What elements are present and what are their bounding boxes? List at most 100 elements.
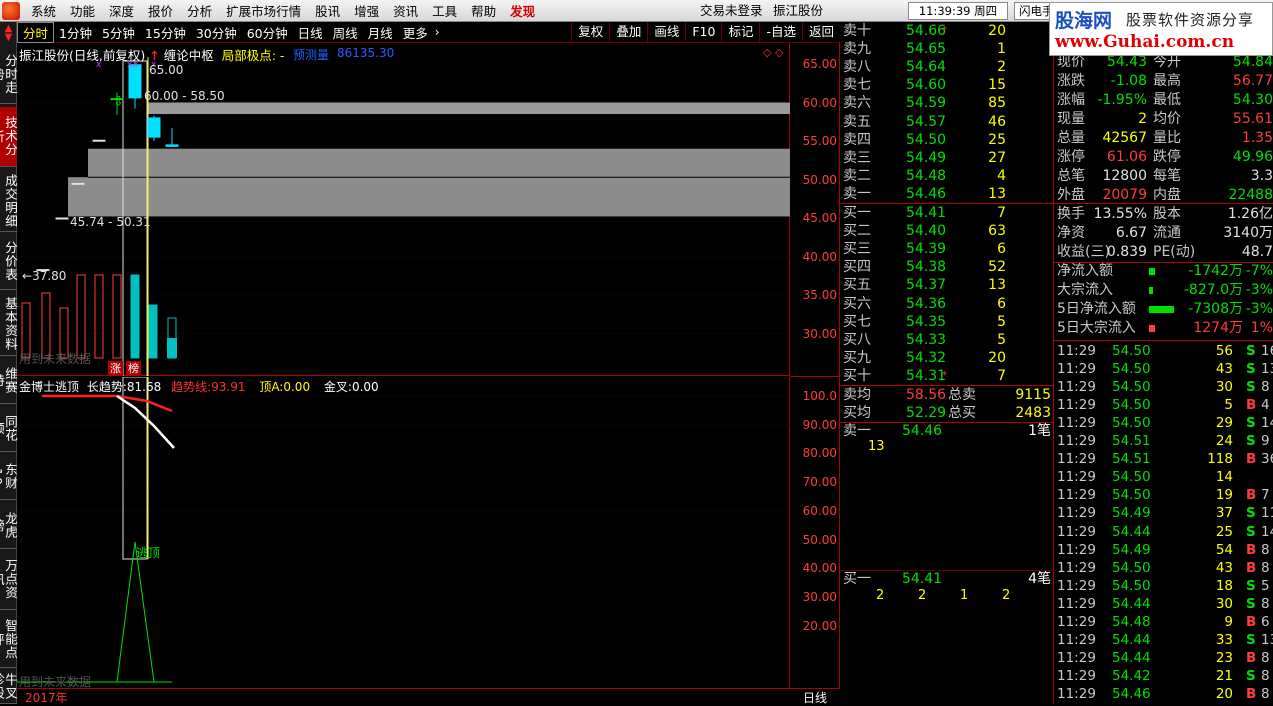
left-tab-6[interactable]: 同花顺 [0,406,18,452]
tick-row[interactable]: 11:29 54.50 5 B 4 [1054,396,1273,414]
tick-flag: B [1246,487,1257,504]
buy-level-6[interactable]: 买七 54.35 5 [840,313,1054,331]
buy-level-7[interactable]: 买八 54.33 5 [840,331,1054,349]
period-tab-9[interactable]: 更多 [398,23,433,42]
tick-row[interactable]: 11:29 54.50 18 S 5 [1054,577,1273,595]
buy-level-8[interactable]: 买九 54.32 20 [840,349,1054,367]
main-chart-title: 振江股份(日线,前复权) [19,48,146,63]
menu-item-9[interactable]: 工具 [425,1,464,20]
tick-row[interactable]: 11:29 54.49 37 S 11 [1054,504,1273,522]
buy-level-5[interactable]: 买六 54.36 6 [840,295,1054,313]
main-chart-canvas[interactable]: ⇩x x x x [17,43,790,560]
menu-item-10[interactable]: 帮助 [464,1,503,20]
sell-level-name: 卖三 [843,149,871,166]
sell-level-1[interactable]: 卖九 54.65 1 [840,40,1054,58]
buy-level-2[interactable]: 买三 54.39 6 [840,240,1054,258]
sell-level-name: 卖九 [843,41,871,58]
main-kline-chart[interactable]: ⇩ x x x x 振江股份(日线,前复权) ↑ 缠论中枢 局部极点: - 预测量 86… [17,43,790,560]
period-tab-5[interactable]: 60分钟 [242,23,293,42]
tool-button-0[interactable]: 复权 [571,22,609,43]
menu-item-6[interactable]: 股讯 [308,1,347,20]
tick-row[interactable]: 11:29 54.50 56 S 16 [1054,342,1273,360]
tick-row[interactable]: 11:29 54.44 25 S 14 [1054,523,1273,541]
menu-item-5[interactable]: 扩展市场行情 [219,1,308,20]
bang-marker[interactable]: 榜 [126,361,141,376]
left-tab-9[interactable]: 万点资讯 [0,550,18,610]
zhang-marker[interactable]: 涨 [108,361,123,376]
period-tab-4[interactable]: 30分钟 [191,23,242,42]
menu-item-3[interactable]: 报价 [141,1,180,20]
menu-item-1[interactable]: 功能 [63,1,102,20]
sell-level-5[interactable]: 卖五 54.57 46 [840,113,1054,131]
sell-level-6[interactable]: 卖四 54.50 25 [840,131,1054,149]
period-label[interactable]: 日线 [803,689,827,706]
tick-row[interactable]: 11:29 54.49 54 B 8 [1054,541,1273,559]
tick-row[interactable]: 11:29 54.44 33 S 13 [1054,631,1273,649]
menu-item-7[interactable]: 增强 [347,1,386,20]
sell-level-9[interactable]: 卖一 54.46 13 [840,185,1054,203]
tool-button-1[interactable]: 叠加 [609,22,647,43]
left-tab-8[interactable]: 龙虎榜 [0,503,18,549]
period-tab-0[interactable]: 分时 [17,21,55,43]
tick-row[interactable]: 11:29 54.50 14 [1054,468,1273,486]
sell-level-7[interactable]: 卖三 54.49 27 [840,149,1054,167]
menu-item-0[interactable]: 系统 [24,1,63,20]
indicator-name: 缠论中枢 [163,48,214,63]
tick-row[interactable]: 11:29 54.48 9 B 6 [1054,613,1273,631]
tick-row[interactable]: 11:29 54.44 30 S 8 [1054,595,1273,613]
buy-level-4[interactable]: 买五 54.37 13 [840,276,1054,294]
menu-item-8[interactable]: 资讯 [386,1,425,20]
period-tab-1[interactable]: 1分钟 [54,23,97,42]
left-tab-0[interactable]: 分时走势 [0,46,18,104]
sell-level-8[interactable]: 卖二 54.48 4 [840,167,1054,185]
indicator-chart[interactable]: 金博士逃顶 长趋势:81.68 趋势线:93.91 顶A:0.00 金叉:0.0… [17,376,790,689]
more-chevron-icon[interactable]: › [435,25,440,39]
period-tab-3[interactable]: 15分钟 [140,23,191,42]
tick-row[interactable]: 11:29 54.51 118 B36 [1054,450,1273,468]
left-tab-1[interactable]: 技术分析 [0,107,18,167]
tick-row[interactable]: 11:29 54.46 20 B 8 [1054,685,1273,703]
sell-level-0[interactable]: 卖十 54.66 * 20 [840,22,1054,40]
buy-level-1[interactable]: 买二 54.40 63 [840,222,1054,240]
tool-button-3[interactable]: F10 [685,22,721,43]
left-tab-7[interactable]: 东财10 [0,454,18,500]
left-tab-2[interactable]: 成交明细 [0,170,18,232]
left-tab-10[interactable]: 智能点评 [0,612,18,668]
tool-button-5[interactable]: -自选 [759,22,802,43]
tick-row[interactable]: 11:29 54.50 43 S 13 [1054,360,1273,378]
left-tab-3[interactable]: 分价表 [0,234,18,290]
period-tab-2[interactable]: 5分钟 [97,23,140,42]
trade-status[interactable]: 交易未登录 [700,0,763,22]
tick-row[interactable]: 11:29 54.44 23 B 8 [1054,649,1273,667]
indicator-canvas[interactable] [17,376,790,688]
tick-list[interactable]: 11:2954.5056S1611:2954.5043S1311:2954.50… [1054,340,1273,704]
buy-level-9[interactable]: 买十 54.31 * 7 [840,367,1054,385]
tool-button-6[interactable]: 返回 [801,22,840,43]
menu-item-4[interactable]: 分析 [180,1,219,20]
tool-button-4[interactable]: 标记 [721,22,759,43]
tick-row[interactable]: 11:29 54.50 29 S 14 [1054,414,1273,432]
period-tab-7[interactable]: 周线 [328,23,363,42]
buy-level-0[interactable]: 买一 54.41 7 [840,204,1054,222]
tick-row[interactable]: 11:29 54.42 21 S 8 [1054,667,1273,685]
tick-volume: 33 [1215,631,1233,648]
tool-button-2[interactable]: 画线 [647,22,685,43]
left-tab-5[interactable]: 维赛特 [0,358,18,404]
tick-row[interactable]: 11:29 54.50 19 B 7 [1054,486,1273,504]
sell-level-3[interactable]: 卖七 54.60 15 [840,76,1054,94]
menu-item-2[interactable]: 深度 [102,1,141,20]
buy-level-3[interactable]: 买四 54.38 52 [840,258,1054,276]
left-tab-11[interactable]: 牛叉诊股 [0,670,18,704]
long-trend-value: 81.68 [126,380,162,394]
tick-row[interactable]: 11:29 54.51 24 S 9 [1054,432,1273,450]
tick-row[interactable]: 11:29 54.50 43 B 8 [1054,559,1273,577]
tick-row[interactable]: 11:29 54.50 30 S 8 [1054,378,1273,396]
period-tab-6[interactable]: 日线 [293,23,328,42]
chart-option-icons[interactable]: ◇ ◇ [763,46,783,59]
sell-level-4[interactable]: 卖六 54.59 85 [840,94,1054,112]
left-tab-4[interactable]: 基本资料 [0,292,18,356]
menu-item-11[interactable]: 发现 [503,1,542,20]
sell-level-2[interactable]: 卖八 54.64 2 [840,58,1054,76]
scroll-up-icon[interactable]: ▲ ▼ [2,24,15,43]
period-tab-8[interactable]: 月线 [363,23,398,42]
